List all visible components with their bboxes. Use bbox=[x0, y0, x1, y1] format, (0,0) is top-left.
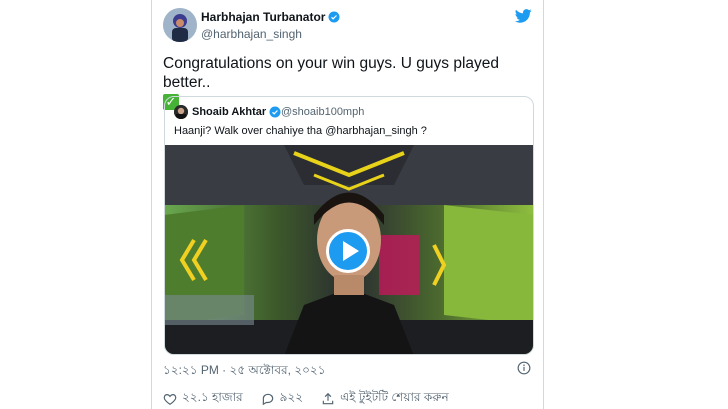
play-icon bbox=[343, 241, 359, 261]
tweet-card: Harbhajan Turbanator @harbhajan_singh Co… bbox=[151, 0, 544, 409]
verified-badge-icon bbox=[269, 106, 281, 118]
quoted-avatar[interactable] bbox=[174, 105, 188, 119]
like-button[interactable]: ২২.১ হাজার bbox=[163, 389, 243, 409]
author-name-label: Harbhajan Turbanator bbox=[201, 10, 326, 24]
avatar[interactable] bbox=[163, 8, 197, 42]
info-icon[interactable] bbox=[517, 361, 531, 375]
quoted-author-handle[interactable]: @shoaib100mph bbox=[281, 106, 364, 118]
twitter-bird-icon[interactable] bbox=[515, 9, 532, 23]
share-icon bbox=[322, 392, 334, 405]
author-handle[interactable]: @harbhajan_singh bbox=[201, 27, 302, 41]
reply-bubble-icon bbox=[262, 393, 273, 406]
quoted-author-label: Shoaib Akhtar bbox=[192, 106, 267, 118]
quoted-text: Haanji? Walk over chahiye tha @harbhajan… bbox=[174, 125, 427, 137]
verified-badge-icon bbox=[328, 11, 340, 23]
quoted-author-name[interactable]: Shoaib Akhtar bbox=[192, 106, 281, 118]
play-button[interactable] bbox=[326, 229, 370, 273]
like-count: ২২.১ হাজার bbox=[182, 390, 243, 404]
heart-icon bbox=[163, 394, 177, 405]
author-name[interactable]: Harbhajan Turbanator bbox=[201, 10, 340, 24]
reply-button[interactable]: ৯২২ bbox=[261, 389, 303, 409]
tweet-text-body: Congratulations on your win guys. U guys… bbox=[163, 55, 500, 91]
action-bar: ২২.১ হাজার ৯২২ এই টুইটটি শেয়ার করুন bbox=[163, 389, 449, 409]
share-button[interactable]: এই টুইটটি শেয়ার করুন bbox=[321, 389, 449, 409]
timestamp[interactable]: ১২:২১ PM · ২৫ অক্টোবর, ২০২১ bbox=[163, 362, 326, 382]
video-player[interactable] bbox=[165, 145, 533, 354]
share-label: এই টুইটটি শেয়ার করুন bbox=[340, 390, 449, 404]
quoted-tweet[interactable]: Shoaib Akhtar @shoaib100mph Haanji? Walk… bbox=[164, 96, 534, 355]
reply-count: ৯২২ bbox=[279, 390, 304, 404]
